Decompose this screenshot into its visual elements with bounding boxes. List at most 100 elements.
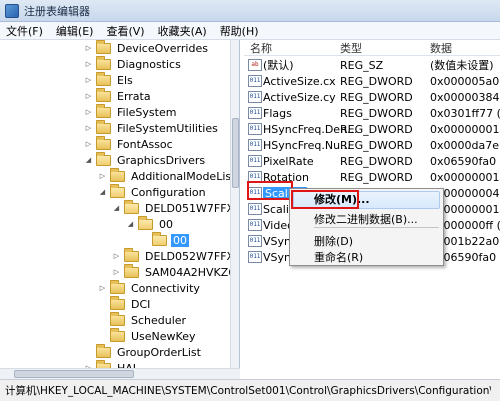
folder-icon — [96, 40, 111, 54]
tree-item[interactable]: ▷ SAM04A2HVKZ6037 — [112, 263, 239, 280]
tree-item[interactable]: ▷ FontAssoc — [84, 135, 175, 152]
tree-item-label: 00 — [159, 217, 173, 231]
menu-edit[interactable]: 编辑(E) — [56, 23, 94, 39]
red-highlight-box — [291, 190, 359, 209]
open-folder-icon — [96, 151, 111, 166]
scrollbar-thumb[interactable] — [232, 118, 239, 188]
expand-arrow-icon[interactable]: ▷ — [84, 124, 93, 132]
open-folder-icon — [110, 183, 125, 198]
collapse-arrow-icon[interactable]: ◢ — [84, 156, 93, 164]
tree-horizontal-scrollbar[interactable] — [0, 368, 240, 379]
scrollbar-thumb[interactable] — [14, 370, 134, 378]
tree-item-label: Connectivity — [131, 281, 200, 295]
folder-icon — [96, 103, 111, 118]
collapse-arrow-icon[interactable]: ◢ — [112, 204, 121, 212]
collapse-arrow-icon[interactable]: ◢ — [98, 188, 107, 196]
open-folder-icon — [124, 199, 139, 214]
expand-arrow-icon[interactable]: ▷ — [84, 92, 93, 100]
tree-item[interactable]: ▷ Errata — [84, 87, 153, 104]
binary-value-icon: 011 — [248, 251, 262, 263]
binary-value-icon: 011 — [248, 107, 262, 119]
list-header: 名称 类型 数据 — [244, 40, 500, 56]
menu-item-rename[interactable]: 重命名(R) — [314, 249, 363, 265]
expand-arrow-icon[interactable]: ▷ — [84, 140, 93, 148]
binary-value-icon: 011 — [248, 219, 262, 231]
column-header-type[interactable]: 类型 — [340, 40, 362, 56]
folder-icon — [96, 87, 111, 102]
binary-value-icon: 011 — [248, 91, 262, 103]
open-folder-icon — [138, 215, 153, 230]
tree-item[interactable]: GroupOrderList — [84, 343, 203, 360]
binary-value-icon: 011 — [248, 235, 262, 247]
tree-item[interactable]: Scheduler — [98, 311, 188, 328]
window-title: 注册表编辑器 — [24, 4, 90, 18]
tree-item[interactable]: ▷ Diagnostics — [84, 55, 183, 72]
tree-item[interactable]: ▷ FileSystemUtilities — [84, 119, 220, 136]
expand-arrow-icon[interactable]: ▷ — [84, 44, 93, 52]
menu-view[interactable]: 查看(V) — [106, 23, 144, 39]
tree-item[interactable]: ◢ DELD051W7FFX5963 — [112, 199, 239, 216]
string-value-icon: ab — [248, 59, 262, 71]
tree-item-label: DeviceOverrides — [117, 41, 208, 55]
value-data: 0x06590fa0 (10 — [430, 154, 500, 168]
tree-item[interactable]: ▷ DELD052W7FFX58R3 — [112, 247, 239, 264]
folder-icon — [96, 119, 111, 134]
value-name: HSyncFreq.Nu... — [263, 138, 351, 152]
value-data: 0x0301ff77 (50 — [430, 106, 500, 120]
menu-file[interactable]: 文件(F) — [6, 23, 43, 39]
expand-arrow-icon[interactable]: ▷ — [98, 284, 107, 292]
folder-icon — [96, 55, 111, 70]
value-row[interactable]: 011 PixelRate REG_DWORD 0x06590fa0 (10 — [244, 153, 500, 169]
value-type: REG_DWORD — [340, 138, 413, 152]
tree-item[interactable]: ▷ AdditionalModeLists — [98, 167, 240, 184]
folder-icon — [110, 279, 125, 294]
tree-item-selected[interactable]: 00 — [140, 231, 189, 248]
tree-item-label: DELD051W7FFX5963 — [145, 201, 239, 215]
menu-item-delete[interactable]: 删除(D) — [314, 233, 353, 249]
column-header-name[interactable]: 名称 — [250, 40, 272, 56]
value-type: REG_SZ — [340, 58, 384, 72]
folder-icon — [110, 167, 125, 182]
menu-help[interactable]: 帮助(H) — [220, 23, 259, 39]
menu-favorites[interactable]: 收藏夹(A) — [158, 23, 207, 39]
expand-arrow-icon[interactable]: ▷ — [84, 76, 93, 84]
tree-item[interactable]: ▷ DeviceOverrides — [84, 40, 210, 56]
open-folder-icon — [152, 231, 167, 246]
column-header-data[interactable]: 数据 — [430, 40, 452, 56]
value-row[interactable]: 011 HSyncFreq.Den... REG_DWORD 0x0000000… — [244, 121, 500, 137]
tree-item-label: UseNewKey — [131, 329, 196, 343]
tree-item[interactable]: ◢ GraphicsDrivers — [84, 151, 207, 168]
tree-item-label: AdditionalModeLists — [131, 169, 240, 183]
tree-item[interactable]: UseNewKey — [98, 327, 198, 344]
folder-icon — [124, 263, 139, 278]
tree-item[interactable]: DCI — [98, 295, 152, 312]
value-row[interactable]: 011 Flags REG_DWORD 0x0301ff77 (50 — [244, 105, 500, 121]
tree-item[interactable]: ◢ 00 — [126, 215, 175, 232]
value-row[interactable]: 011 ActiveSize.cy REG_DWORD 0x00000384 (… — [244, 89, 500, 105]
value-data: 0x0000da7e (5 — [430, 138, 500, 152]
expand-arrow-icon[interactable]: ▷ — [84, 60, 93, 68]
tree-item[interactable]: ▷ Connectivity — [98, 279, 202, 296]
value-row[interactable]: 011 HSyncFreq.Nu... REG_DWORD 0x0000da7e… — [244, 137, 500, 153]
registry-key-tree[interactable]: ▷ DeviceOverrides ▷ Diagnostics ▷ Els ▷ … — [0, 40, 240, 379]
tree-item[interactable]: ◢ Configuration — [98, 183, 208, 200]
folder-icon — [96, 71, 111, 86]
value-row[interactable]: 011 ActiveSize.cx REG_DWORD 0x000005a0 (… — [244, 73, 500, 89]
registry-path: 计算机\HKEY_LOCAL_MACHINE\SYSTEM\ControlSet… — [5, 385, 491, 397]
expand-arrow-icon[interactable]: ▷ — [98, 172, 107, 180]
value-row[interactable]: ab (默认) REG_SZ (数值未设置) — [244, 57, 500, 73]
expand-arrow-icon[interactable]: ▷ — [84, 108, 93, 116]
tree-item-label: FileSystem — [117, 105, 177, 119]
tree-item-label: DCI — [131, 297, 151, 311]
value-type: REG_DWORD — [340, 170, 413, 184]
collapse-arrow-icon[interactable]: ◢ — [126, 220, 135, 228]
value-data: 0x00000001 (1 — [430, 170, 500, 184]
binary-value-icon: 011 — [248, 203, 262, 215]
expand-arrow-icon[interactable]: ▷ — [112, 268, 121, 276]
menu-item-modify-binary[interactable]: 修改二进制数据(B)... — [314, 211, 418, 227]
tree-item[interactable]: ▷ FileSystem — [84, 103, 178, 120]
expand-arrow-icon[interactable]: ▷ — [112, 252, 121, 260]
tree-item[interactable]: ▷ Els — [84, 71, 135, 88]
tree-item-label: FontAssoc — [117, 137, 173, 151]
tree-vertical-scrollbar[interactable] — [230, 40, 239, 379]
